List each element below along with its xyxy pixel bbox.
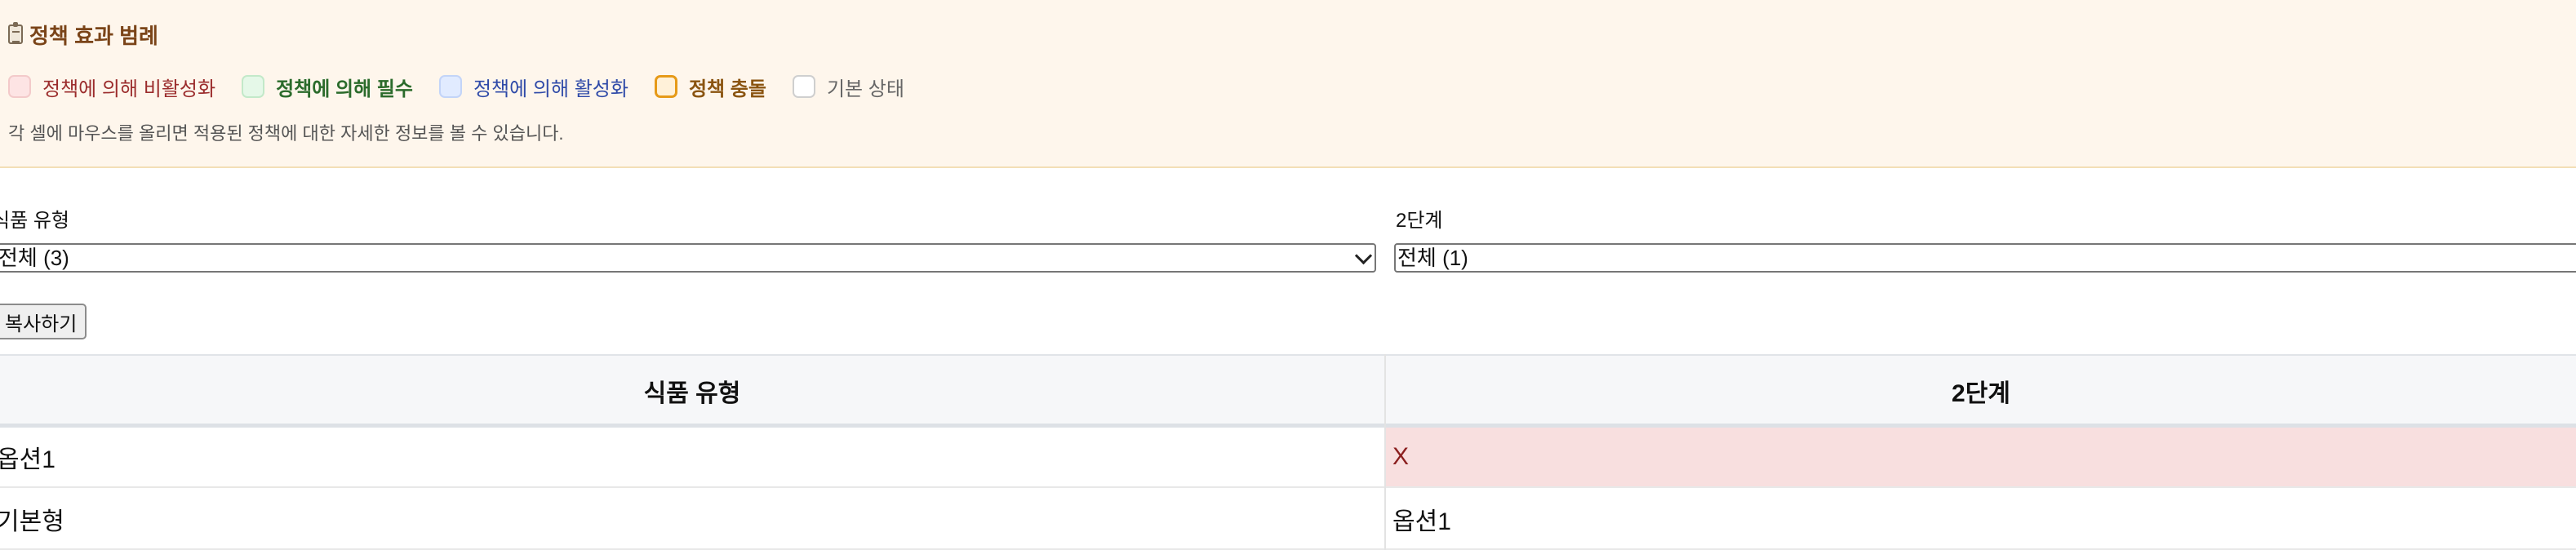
food-type-select[interactable]: 전체 (3) bbox=[0, 243, 1376, 273]
copy-button[interactable]: 복사하기 bbox=[0, 304, 87, 339]
legend-item-required: 정책에 의해 필수 bbox=[242, 73, 413, 101]
table-row: 기본형 옵션1 bbox=[0, 490, 2576, 550]
legend-item-disabled: 정책에 의해 비활성화 bbox=[8, 73, 215, 101]
legend-label-disabled: 정책에 의해 비활성화 bbox=[42, 78, 216, 100]
step2-select-value: 전체 (1) bbox=[1397, 246, 1468, 270]
table-cell[interactable]: 옵션1 bbox=[1386, 490, 2576, 548]
column-divider bbox=[1384, 354, 1386, 550]
legend-item-active: 정책에 의해 활성화 bbox=[438, 73, 628, 101]
legend-item-default: 기본 상태 bbox=[792, 73, 904, 101]
legend-title: 정책 효과 범례 bbox=[29, 23, 158, 48]
legend-hint: 각 셀에 마우스를 올리면 적용된 정책에 대한 자세한 정보를 볼 수 있습니… bbox=[8, 123, 564, 144]
food-type-select-value: 전체 (3) bbox=[0, 246, 69, 270]
legend-title-row: 정책 효과 범례 bbox=[8, 18, 158, 51]
legend-label-default: 기본 상태 bbox=[826, 78, 904, 100]
table-cell[interactable]: 기본형 bbox=[0, 490, 1384, 548]
column-header-food-type[interactable]: 식품 유형 bbox=[0, 356, 1384, 425]
table-cell[interactable]: 옵션1 bbox=[0, 428, 1384, 486]
legend-items: 정책에 의해 비활성화 정책에 의해 필수 정책에 의해 활성화 정책 충돌 기… bbox=[8, 72, 930, 101]
table-header: 식품 유형 2단계 bbox=[0, 354, 2576, 428]
legend-label-required: 정책에 의해 필수 bbox=[276, 78, 413, 100]
chevron-down-icon bbox=[1354, 246, 1373, 265]
default-swatch bbox=[792, 75, 815, 98]
filter-label-step2: 2단계 bbox=[1396, 210, 1443, 232]
disabled-swatch bbox=[8, 75, 31, 98]
active-swatch bbox=[438, 75, 462, 98]
legend-item-conflict: 정책 충돌 bbox=[654, 73, 766, 101]
step2-select[interactable]: 전체 (1) bbox=[1394, 243, 2576, 273]
clipboard-icon bbox=[8, 22, 23, 44]
legend-label-conflict: 정책 충돌 bbox=[688, 78, 766, 100]
filter-label-food-type: 식품 유형 bbox=[0, 210, 69, 232]
table-row: 옵션1 X bbox=[0, 428, 2576, 488]
table-cell-disabled[interactable]: X bbox=[1386, 428, 2576, 486]
policy-legend-panel: 정책 효과 범례 정책에 의해 비활성화 정책에 의해 필수 정책에 의해 활성… bbox=[0, 0, 2576, 168]
legend-label-active: 정책에 의해 활성화 bbox=[473, 78, 628, 100]
conflict-swatch bbox=[654, 75, 677, 98]
required-swatch bbox=[242, 75, 265, 98]
column-header-step2[interactable]: 2단계 bbox=[1386, 356, 2576, 425]
